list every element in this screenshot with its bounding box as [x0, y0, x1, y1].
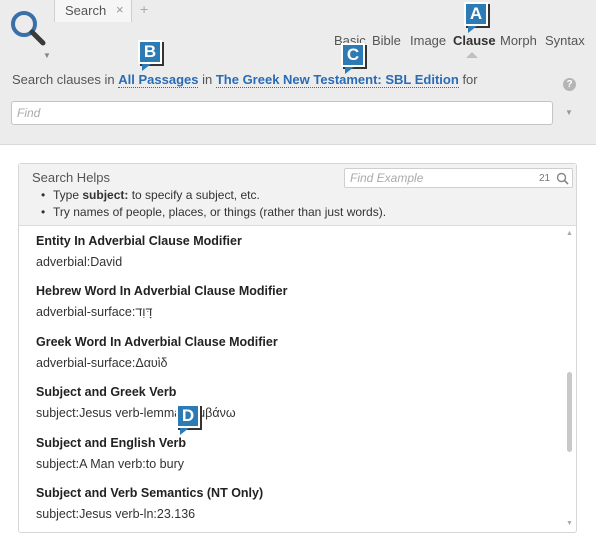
tip-keyword: subject: [82, 188, 129, 202]
scroll-thumb[interactable] [567, 372, 572, 452]
mode-bible[interactable]: Bible [372, 33, 401, 48]
passages-selector[interactable]: All Passages [118, 72, 199, 88]
callout-d: D [176, 404, 202, 435]
example-query[interactable]: subject:Jesus verb-ln:23.136 [36, 507, 195, 521]
help-tip-subject: • Type subject: to specify a subject, etc… [41, 188, 260, 202]
example-query[interactable]: adverbial:David [36, 255, 122, 269]
callout-label: C [341, 43, 365, 67]
mode-clause[interactable]: Clause [453, 33, 496, 48]
search-icon[interactable] [556, 172, 569, 185]
chevron-down-icon[interactable]: ▼ [43, 51, 51, 60]
callout-c: C [341, 43, 367, 74]
scope-suffix: for [462, 72, 478, 87]
mode-image[interactable]: Image [410, 33, 446, 48]
search-helps-title: Search Helps [32, 170, 111, 185]
resource-selector[interactable]: The Greek New Testament: SBL Edition [215, 72, 459, 88]
example-query[interactable]: adverbial-surface:דָּוִד [36, 305, 152, 319]
search-scope: Search clauses in All Passages in The Gr… [12, 72, 478, 88]
callout-tail [142, 64, 151, 71]
scroll-down-icon[interactable]: ▼ [566, 520, 573, 527]
close-icon[interactable]: × [116, 2, 124, 17]
help-tip-names: • Try names of people, places, or things … [41, 205, 386, 219]
bullet-icon: • [41, 188, 46, 202]
tip-text: Try names of people, places, or things (… [53, 205, 387, 219]
tab-search[interactable]: Search × [54, 0, 132, 22]
tip-text: Type [53, 188, 80, 202]
find-example-input[interactable]: Find Example 21 [344, 168, 573, 188]
example-title[interactable]: Entity In Adverbial Clause Modifier [36, 234, 242, 248]
bullet-icon: • [41, 205, 46, 219]
callout-b: B [138, 40, 164, 71]
example-title[interactable]: Greek Word In Adverbial Clause Modifier [36, 335, 278, 349]
search-helps-header: Search Helps Find Example 21 • Type subje… [19, 164, 576, 226]
callout-tail [468, 26, 477, 33]
mode-syntax[interactable]: Syntax [545, 33, 585, 48]
callout-label: D [176, 404, 200, 428]
active-mode-indicator [466, 52, 478, 58]
examples-list: Entity In Adverbial Clause Modifier adve… [19, 227, 564, 532]
scope-prefix: Search clauses in [12, 72, 115, 87]
search-helps-panel: Search Helps Find Example 21 • Type subje… [18, 163, 577, 533]
example-count: 21 [539, 173, 551, 184]
help-icon[interactable]: ? [563, 78, 576, 91]
example-query[interactable]: subject:A Man verb:to bury [36, 457, 184, 471]
callout-label: B [138, 40, 162, 64]
scroll-up-icon[interactable]: ▲ [566, 230, 573, 237]
callout-a: A [464, 2, 490, 33]
callout-tail [345, 67, 354, 74]
find-example-placeholder: Find Example [350, 171, 424, 185]
example-title[interactable]: Hebrew Word In Adverbial Clause Modifier [36, 284, 287, 298]
search-toolbar: ▼ Search × + Basic Bible Image Clause Mo… [0, 0, 596, 145]
tip-text: to specify a subject, etc. [131, 188, 260, 202]
example-title[interactable]: Subject and English Verb [36, 436, 186, 450]
scope-mid: in [202, 72, 213, 87]
example-query[interactable]: subject:Jesus verb-lemma:λαμβάνω [36, 406, 236, 420]
scrollbar[interactable]: ▲ ▼ [563, 227, 576, 532]
add-tab-icon[interactable]: + [140, 1, 148, 17]
search-icon[interactable] [8, 8, 48, 48]
example-title[interactable]: Subject and Verb Semantics (NT Only) [36, 486, 263, 500]
find-input[interactable] [11, 101, 553, 125]
callout-tail [180, 428, 189, 435]
example-query[interactable]: adverbial-surface:Δαυὶδ [36, 356, 168, 370]
tab-label: Search [65, 3, 107, 18]
chevron-down-icon[interactable]: ▼ [565, 108, 573, 117]
mode-morph[interactable]: Morph [500, 33, 537, 48]
example-title[interactable]: Subject and Greek Verb [36, 385, 176, 399]
callout-label: A [464, 2, 488, 26]
